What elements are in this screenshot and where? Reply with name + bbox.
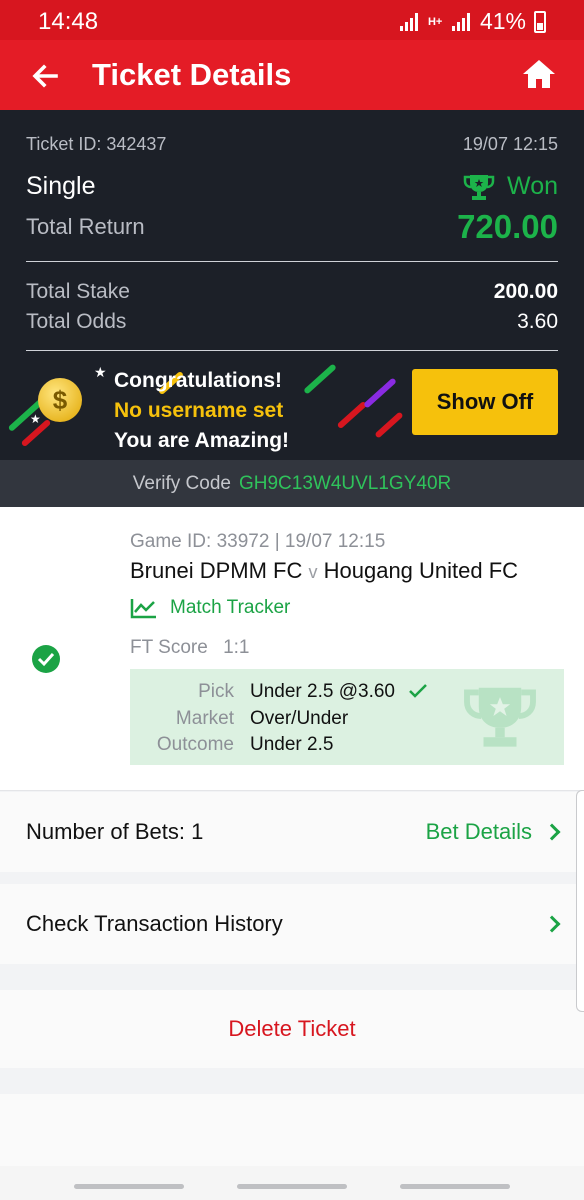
outcome-label: Outcome [156, 734, 234, 755]
market-label: Market [175, 707, 234, 729]
status-badge: Won [463, 172, 558, 201]
home-icon[interactable] [522, 58, 556, 90]
market-value: Over/Under [250, 707, 349, 729]
status-bar: 14:48 H+ 41% [0, 0, 584, 40]
divider [26, 261, 558, 262]
total-return-value: 720.00 [457, 208, 558, 245]
verify-code-label: Verify Code [132, 472, 231, 494]
verify-code-bar: Verify Code GH9C13W4UVL1GY40R [0, 460, 584, 507]
home-team: Brunei DPMM FC [130, 558, 303, 583]
battery-percent: 41% [479, 8, 526, 34]
total-odds-label: Total Odds [26, 310, 127, 333]
nav-home-handle[interactable] [237, 1184, 347, 1189]
trophy-icon [464, 687, 536, 747]
ticket-id: Ticket ID: 342437 [26, 134, 167, 154]
check-circle-icon [32, 645, 60, 673]
total-odds-value: 3.60 [517, 310, 558, 333]
versus-label: v [308, 562, 318, 582]
game-meta: Game ID: 33972 | 19/07 12:15 [130, 531, 386, 552]
network-type-icon: H+ [427, 15, 443, 28]
trophy-icon [463, 174, 495, 200]
match-tracker-label: Match Tracker [170, 597, 291, 618]
verify-code-value[interactable]: GH9C13W4UVL1GY40R [239, 473, 451, 495]
divider [26, 350, 558, 351]
status-time: 14:48 [38, 8, 99, 35]
signal-icon-2 [451, 12, 472, 31]
bet-details-link[interactable]: Bet Details [425, 819, 561, 845]
pick-label: Pick [198, 681, 234, 702]
total-stake-label: Total Stake [26, 280, 130, 303]
system-nav-bar [0, 1166, 584, 1200]
away-team: Hougang United FC [323, 558, 519, 583]
status-icons: H+ 41% [399, 8, 546, 35]
congrats-line1: Congratulations! [114, 369, 282, 392]
confetti-streak [374, 411, 404, 439]
check-transaction-history-row[interactable]: Check Transaction History [0, 884, 584, 964]
congrats-banner: ★ ★ $ Congratulations! No username set Y… [0, 352, 584, 460]
number-of-bets-label: Number of Bets: 1 [26, 819, 204, 844]
signal-icon [399, 12, 420, 31]
bet-selection: Game ID: 33972 | 19/07 12:15 Brunei DPMM… [0, 507, 584, 791]
check-transaction-history-label: Check Transaction History [26, 911, 283, 936]
ft-score-label: FT Score [130, 637, 208, 658]
nav-back-handle[interactable] [74, 1184, 184, 1189]
confetti-streak [363, 377, 397, 409]
bet-details-label: Bet Details [425, 819, 532, 844]
chevron-right-icon [543, 915, 561, 933]
checkmark-icon [409, 684, 428, 698]
outcome-value: Under 2.5 [250, 734, 334, 755]
total-return-label: Total Return [26, 214, 145, 239]
scrollbar[interactable] [576, 790, 584, 1012]
delete-ticket-button[interactable]: Delete Ticket [0, 990, 584, 1068]
app-bar: Ticket Details [0, 40, 584, 110]
ft-score-value: 1:1 [223, 637, 250, 658]
arrow-left-icon[interactable] [30, 56, 60, 96]
number-of-bets-row: Number of Bets: 1 Bet Details [0, 792, 584, 872]
total-stake-value: 200.00 [493, 280, 558, 303]
show-off-button[interactable]: Show Off [412, 369, 558, 435]
congrats-line3: You are Amazing! [114, 429, 290, 452]
match-teams: Brunei DPMM FC v Hougang United FC [130, 558, 518, 584]
chart-line-icon [130, 599, 156, 619]
pick-box: Pick Market Outcome Under 2.5 @3.60 Over… [130, 669, 564, 765]
battery-icon [534, 10, 546, 33]
match-tracker-link[interactable]: Match Tracker [130, 597, 290, 619]
ticket-datetime: 19/07 12:15 [462, 134, 558, 154]
sparkle-icon: ★ [94, 364, 107, 380]
nav-recents-handle[interactable] [400, 1184, 510, 1189]
bet-type: Single [26, 172, 96, 200]
coin-icon: $ [38, 378, 82, 422]
confetti-streak [303, 363, 337, 395]
delete-ticket-label: Delete Ticket [228, 1016, 356, 1041]
chevron-right-icon [543, 823, 561, 841]
congrats-text: Congratulations! No username set You are… [114, 366, 289, 456]
status-text: Won [507, 172, 558, 200]
sparkle-icon: ★ [30, 412, 41, 426]
page-title: Ticket Details [92, 57, 292, 92]
ft-score: FT Score 1:1 [130, 637, 249, 659]
username-notice: No username set [114, 399, 284, 422]
pick-value: Under 2.5 @3.60 [250, 681, 395, 702]
footer-space [0, 1094, 584, 1166]
confetti-streak [336, 400, 368, 430]
